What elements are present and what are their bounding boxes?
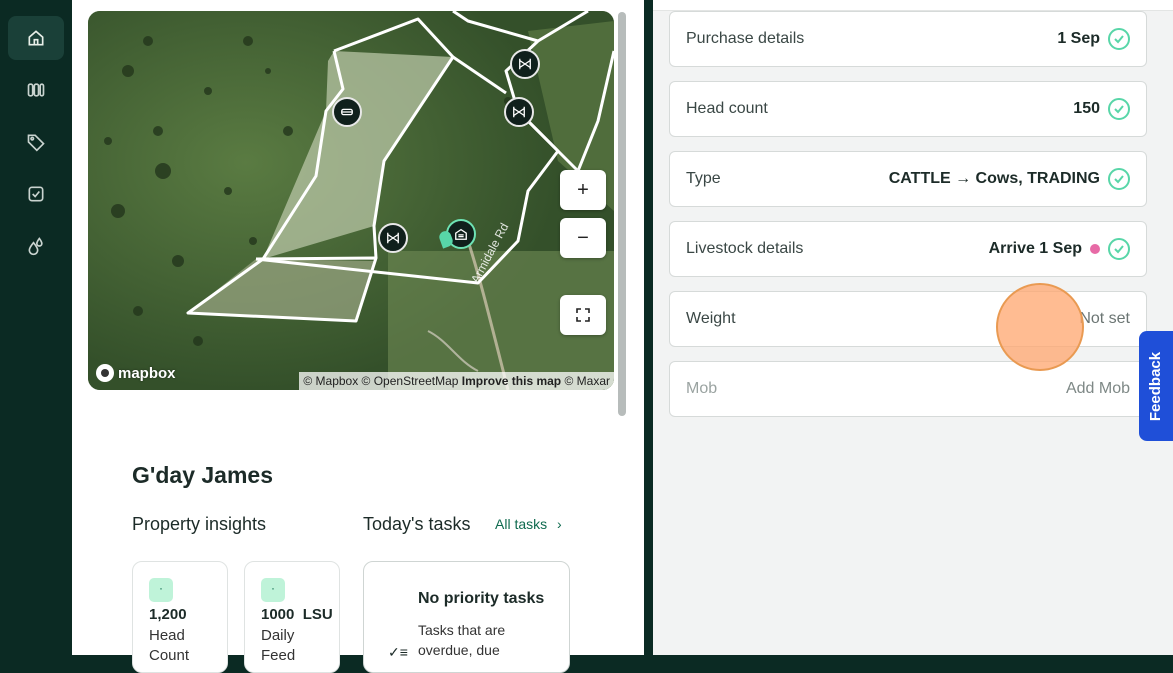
field-value: Arrive 1 Sep [988,240,1082,257]
task-card-body: Tasks that are overdue, due [418,622,506,658]
shed-icon [455,228,467,240]
gate-icon [519,58,531,70]
zoom-in-button[interactable]: + [560,170,606,210]
livestock-detail-panel: Purchase details 1 Sep Head count 150 Ty… [653,0,1173,655]
fullscreen-button[interactable] [560,295,606,335]
todays-tasks-title: Today's tasks [363,514,471,534]
feedback-label: Feedback [1147,351,1165,421]
nav-livestock[interactable] [8,120,64,164]
gate-marker[interactable] [510,49,540,79]
paddocks-icon [27,83,45,97]
greeting-heading: G'day James [132,462,273,488]
panel-header-strip [653,0,1173,11]
tag-icon [27,134,45,152]
check-circle-icon [1108,238,1130,260]
click-indicator [996,283,1084,371]
field-value: CATTLE → Cows, TRADING [888,170,1100,187]
map-attribution: © Mapbox © OpenStreetMap Improve this ma… [299,372,614,390]
status-dot-icon [1090,244,1100,254]
field-label: Livestock details [686,240,804,257]
check-circle-icon [1108,28,1130,50]
water-drops-icon [28,237,43,256]
field-label: Purchase details [686,30,805,47]
gate-icon [513,106,525,118]
gate-icon [387,232,399,244]
property-insights-title: Property insights [132,514,267,534]
nav-water[interactable] [8,224,64,268]
insight-value: 1000 LSU [261,606,333,623]
insight-card-head-count[interactable]: · 1,200 Head Count [132,561,228,673]
insight-badge: · [261,578,285,602]
field-mob[interactable]: Mob Add Mob [669,361,1147,417]
nav-tasks[interactable] [8,172,64,216]
list-check-icon: ✓≡ [388,644,408,660]
priority-tasks-card[interactable]: No priority tasks Tasks that are overdue… [363,561,570,673]
field-livestock-details[interactable]: Livestock details Arrive 1 Sep [669,221,1147,277]
field-label: Weight [686,310,736,327]
add-mob-button[interactable]: Add Mob [1066,380,1130,398]
water-trough-marker[interactable] [332,97,362,127]
trough-icon [341,108,353,116]
insight-badge: · [149,578,173,602]
improve-map-link[interactable]: Improve this map [462,374,561,388]
scrollbar[interactable] [618,12,626,416]
all-tasks-link[interactable]: All tasks › [495,516,562,532]
insight-label: Head Count [149,627,190,664]
check-circle-icon [1108,98,1130,120]
expand-icon [576,308,590,322]
property-map[interactable]: Armidale Rd + − mapbox © Mapbox © OpenSt… [88,11,614,390]
field-value: 1 Sep [1057,30,1100,47]
insight-card-daily-feed[interactable]: · 1000 LSU Daily Feed [244,561,340,673]
nav-paddocks[interactable] [8,68,64,112]
task-checkbox-icon [28,186,44,202]
insight-label: Daily Feed [261,627,296,664]
field-label: Mob [686,380,718,397]
field-label: Type [686,170,721,187]
field-purchase-details[interactable]: Purchase details 1 Sep [669,11,1147,67]
field-value: 150 [1073,100,1100,117]
insight-value: 1,200 [149,606,187,623]
field-value: Not set [1079,310,1130,327]
check-circle-icon [1108,168,1130,190]
sidebar [0,0,72,655]
field-type[interactable]: Type CATTLE → Cows, TRADING [669,151,1147,207]
gate-marker[interactable] [378,223,408,253]
nav-home[interactable] [8,16,64,60]
task-card-title: No priority tasks [418,590,545,607]
field-head-count[interactable]: Head count 150 [669,81,1147,137]
pane-divider [644,0,653,655]
mapbox-logo-icon [96,364,114,382]
chevron-right-icon: › [557,516,562,532]
field-label: Head count [686,100,768,117]
gate-marker[interactable] [504,97,534,127]
dashboard-main: Armidale Rd + − mapbox © Mapbox © OpenSt… [72,0,644,673]
feedback-tab[interactable]: Feedback [1139,331,1173,441]
zoom-out-button[interactable]: − [560,218,606,258]
home-icon [28,30,44,46]
mapbox-logo: mapbox [96,364,176,382]
